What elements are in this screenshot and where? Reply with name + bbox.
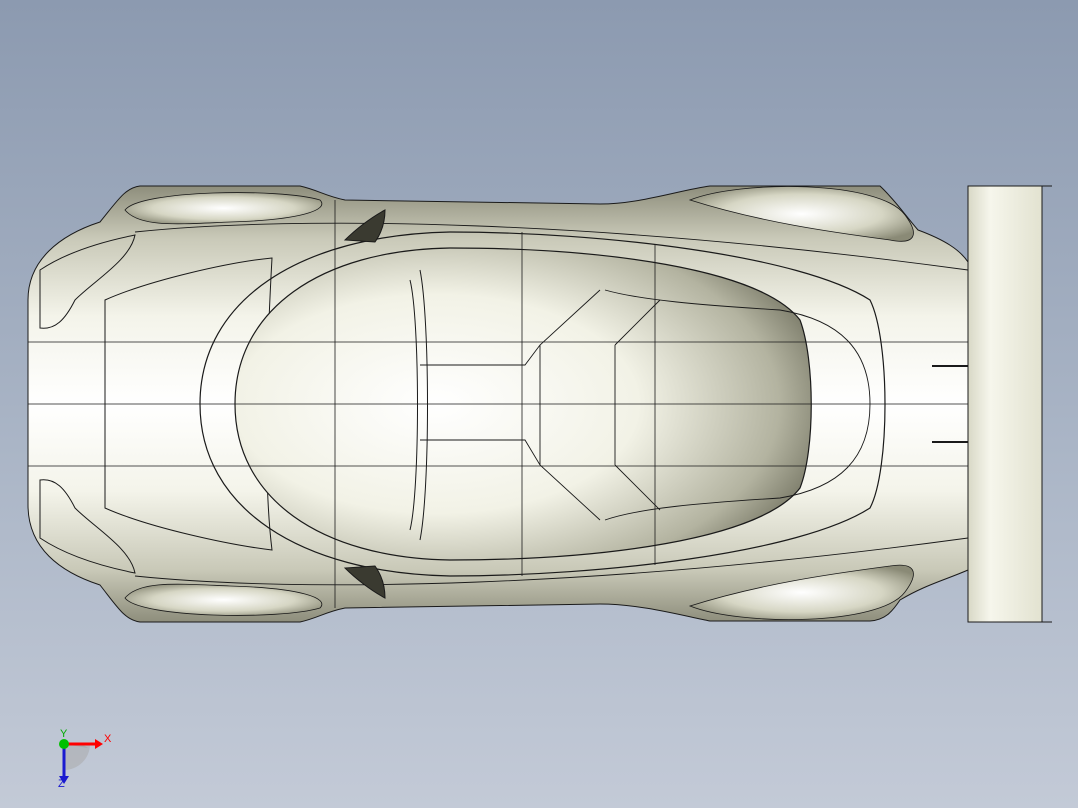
z-axis-label: Z (58, 778, 65, 790)
rear-wing (967, 185, 1043, 623)
orientation-triad: X Y Z (50, 728, 120, 793)
y-axis-label: Y (60, 728, 68, 740)
3d-graphics-viewport[interactable]: X Y Z (0, 0, 1078, 808)
x-axis-label: X (104, 733, 112, 745)
car-model[interactable] (0, 0, 1078, 808)
y-axis-dot (59, 739, 69, 749)
